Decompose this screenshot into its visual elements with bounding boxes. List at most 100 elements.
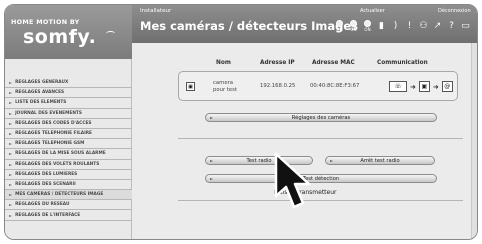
camera-ip: 192.168.0.25 <box>260 83 296 89</box>
sidebar-item-mise-sous-alarme[interactable]: ► REGLAGES DE LA MISE SOUS ALARME <box>5 149 132 160</box>
phone-icon: ☏ <box>389 81 407 92</box>
wireless-icon: ) <box>393 21 398 31</box>
chevron-right-icon: ► <box>9 161 13 167</box>
page-title: Mes caméras / détecteurs Images <box>140 19 358 33</box>
status-bar: ON ON ON ▮ ) ! ⚇ ↗ ? ▭ <box>334 20 471 32</box>
logo-area: HOME MOTION BY somfy. <box>5 5 132 59</box>
brand-logo: somfy. <box>23 26 97 48</box>
sidebar-item-volets-roulants[interactable]: ► REGLAGES DES VOLETS ROULANTS <box>5 160 132 170</box>
camera-icon[interactable]: ▣ <box>186 82 195 91</box>
sidebar-item-label: MES CAMERAS / DETECTEURS IMAGE <box>15 192 104 198</box>
page-frame: HOME MOTION BY somfy. ► REGLAGES GENERAUX… <box>0 0 482 244</box>
chevron-right-icon: ► <box>9 110 13 116</box>
status-indicator-2: ON <box>348 20 359 32</box>
sidebar-item-lumieres[interactable]: ► REGLAGES DES LUMIERES <box>5 170 132 180</box>
sidebar-item-label: REGLAGES DES CODES D'ACCES <box>15 120 92 126</box>
help-icon: ? <box>449 21 454 31</box>
arrow-right-icon: ➜ <box>432 82 439 91</box>
sidebar-item-label: REGLAGES DE LA MISE SOUS ALARME <box>15 151 106 157</box>
chevron-right-icon: ► <box>9 192 13 198</box>
status-dot-icon <box>336 20 343 27</box>
chevron-right-icon: ► <box>9 120 13 126</box>
camera-settings-label: Réglages des caméras <box>291 114 351 121</box>
chevron-right-icon: ► <box>210 176 214 181</box>
sidebar-item-reglages-avances[interactable]: ► REGLAGES AVANCES <box>5 88 132 99</box>
chevron-right-icon: ► <box>9 131 13 137</box>
chevron-right-icon: ► <box>9 212 13 218</box>
stop-test-radio-button[interactable]: ► Arrêt test radio <box>325 156 435 165</box>
chevron-right-icon: ► <box>9 141 13 147</box>
header-mac: Adresse MAC <box>312 60 355 66</box>
scrollbar[interactable] <box>471 43 477 239</box>
sidebar-menu: ► REGLAGES GENERAUX ► REGLAGES AVANCES ► LI… <box>5 78 132 221</box>
status-indicator-3: ON <box>362 20 373 32</box>
chevron-right-icon: ► <box>9 100 13 106</box>
sidebar-item-label: REGLAGES DE L'INTERFACE <box>15 212 81 218</box>
main-content: Nom Adresse IP Adresse MAC Communication… <box>132 43 477 239</box>
sidebar-item-journal[interactable]: ► JOURNAL DES EVENEMENTS <box>5 109 132 119</box>
communication-chain: ☏ ➜ ▣ ➜ @ <box>389 81 453 92</box>
camera-settings-button[interactable]: ► Réglages des caméras <box>205 113 437 122</box>
header: Installateur Mes caméras / détecteurs Im… <box>132 5 477 43</box>
mouse-pointer-icon <box>274 152 311 209</box>
test-detection-button[interactable]: ► Test détection <box>205 174 437 183</box>
camera-name-line1: camera <box>213 80 234 86</box>
chevron-right-icon: ► <box>330 158 334 163</box>
chevron-right-icon: ► <box>9 151 13 157</box>
table-header: Nom Adresse IP Adresse MAC Communication <box>132 60 477 70</box>
header-nom: Nom <box>216 60 231 66</box>
sidebar-item-label: REGLAGES AVANCES <box>15 90 65 96</box>
logo-mark-icon <box>106 31 115 36</box>
status-text: ON <box>364 27 371 32</box>
sidebar-item-label: REGLAGES TELEPHONIE GSM <box>15 141 85 147</box>
chevron-right-icon: ► <box>9 90 13 96</box>
at-icon: @ <box>441 81 453 92</box>
person-icon: ⚇ <box>419 21 428 31</box>
alert-icon: ! <box>407 21 412 31</box>
sidebar-item-cameras[interactable]: ► MES CAMERAS / DETECTEURS IMAGE <box>5 190 132 201</box>
divider <box>178 138 463 139</box>
sidebar-item-scenarii[interactable]: ► REGLAGES DES SCENARII <box>5 180 132 191</box>
sidebar-item-telephonie-gsm[interactable]: ► REGLAGES TELEPHONIE GSM <box>5 139 132 150</box>
status-text: ON <box>350 27 357 32</box>
sidebar-item-reglages-generaux[interactable]: ► REGLAGES GENERAUX <box>5 78 132 89</box>
camera-icon: ▣ <box>418 81 430 92</box>
sidebar: HOME MOTION BY somfy. ► REGLAGES GENERAUX… <box>5 5 132 239</box>
arrow-right-icon: ➜ <box>410 82 416 91</box>
sidebar-item-label: JOURNAL DES EVENEMENTS <box>15 110 82 116</box>
sidebar-item-reseau[interactable]: ► REGLAGES DU RESEAU <box>5 200 132 211</box>
test-radio-label: Test radio <box>246 157 272 164</box>
sidebar-item-telephonie-filaire[interactable]: ► REGLAGES TELEPHONIE FILAIRE <box>5 129 132 140</box>
sidebar-item-label: REGLAGES DU RESEAU <box>15 202 70 208</box>
stop-test-radio-label: Arrêt test radio <box>360 157 400 164</box>
chevron-right-icon: ► <box>9 171 13 177</box>
sidebar-item-label: REGLAGES DES VOLETS ROULANTS <box>15 161 100 167</box>
status-indicator-1: ON <box>334 20 345 32</box>
sidebar-item-codes-acces[interactable]: ► REGLAGES DES CODES D'ACCES <box>5 119 132 129</box>
sidebar-item-label: REGLAGES TELEPHONIE FILAIRE <box>15 131 92 137</box>
sidebar-item-interface[interactable]: ► REGLAGES DE L'INTERFACE <box>5 210 132 221</box>
divider <box>178 200 463 201</box>
chevron-right-icon: ► <box>9 202 13 208</box>
sidebar-item-label: REGLAGES DES SCENARII <box>15 181 76 187</box>
sidebar-item-label: REGLAGES DES LUMIERES <box>15 171 78 177</box>
camera-mac: 00:40:8C:8E:F3:67 <box>310 83 360 89</box>
status-dot-icon <box>350 20 357 27</box>
camera-row[interactable]: ▣ camera pour test 192.168.0.25 00:40:8C… <box>178 71 458 101</box>
sidebar-item-liste-elements[interactable]: ► LISTE DES ELEMENTS <box>5 98 132 109</box>
battery-icon: ▮ <box>379 21 384 31</box>
runner-icon: ↗ <box>433 21 442 31</box>
status-text: ON <box>336 27 343 32</box>
status-dot-icon <box>364 20 371 27</box>
brand-tagline: HOME MOTION BY <box>11 18 80 26</box>
refresh-link[interactable]: Actualiser <box>360 8 385 14</box>
chevron-right-icon: ► <box>210 158 214 163</box>
chevron-right-icon: ► <box>210 115 214 120</box>
sidebar-item-label: LISTE DES ELEMENTS <box>15 100 67 106</box>
sidebar-item-label: REGLAGES GENERAUX <box>15 80 69 86</box>
header-communication: Communication <box>377 60 428 66</box>
logout-link[interactable]: Déconnexion <box>438 8 471 14</box>
camera-name-line2: pour test <box>213 87 237 93</box>
chevron-right-icon: ► <box>9 80 13 86</box>
chevron-right-icon: ► <box>9 181 13 187</box>
